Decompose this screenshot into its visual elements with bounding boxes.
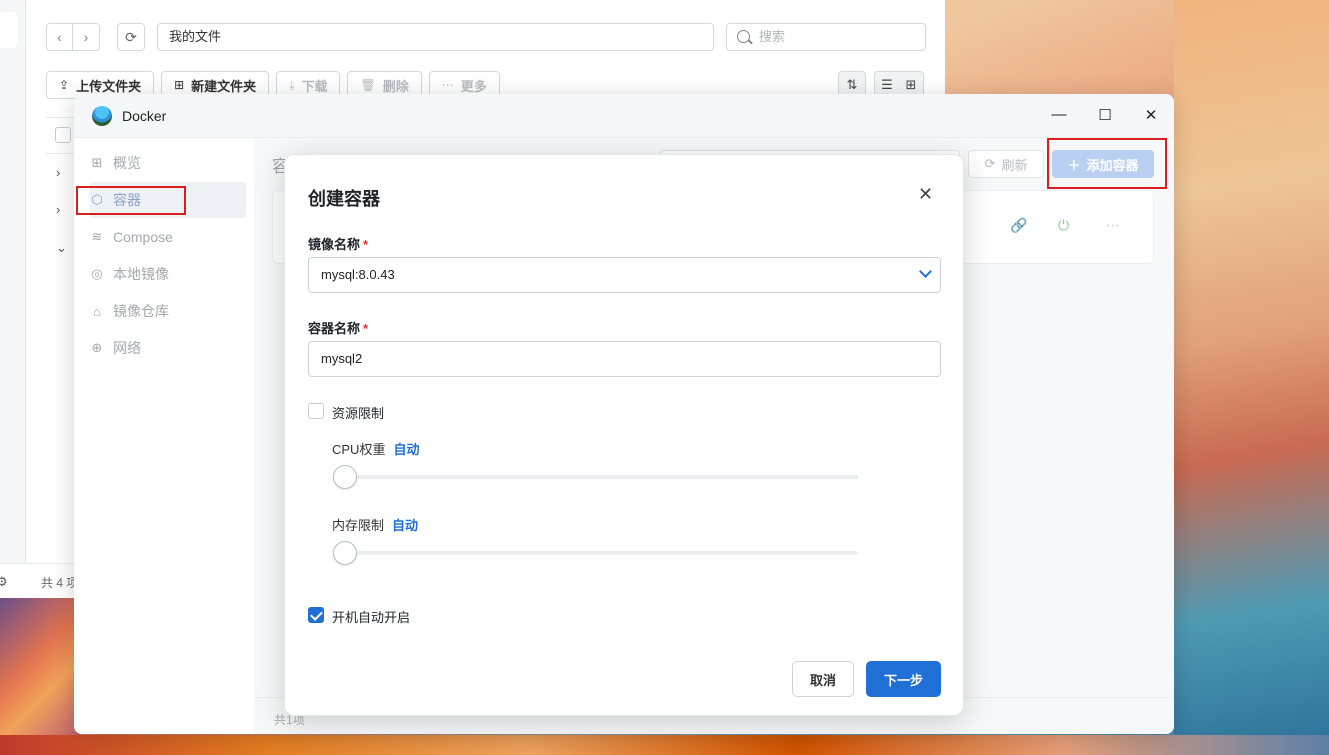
row-divider — [46, 153, 74, 154]
desktop-wallpaper-left — [0, 598, 80, 755]
path-input[interactable]: 我的文件 — [157, 23, 714, 51]
docker-sidebar: ⊞ 概览 ⬡ 容器 ≋ Compose ◎ 本地镜像 ⌂ 镜像仓库 ⊕ 网络 — [74, 138, 254, 734]
refresh-label: 刷新 — [1001, 157, 1028, 173]
upload-folder-label: 上传文件夹 — [76, 78, 142, 94]
desktop-wallpaper-bottom — [0, 735, 1329, 755]
sidebar-item-overview[interactable]: ⊞ 概览 — [90, 145, 246, 181]
desktop-wallpaper — [1174, 0, 1329, 755]
chevron-right-icon[interactable]: › — [56, 165, 60, 180]
new-folder-icon: ⊞ — [174, 78, 185, 92]
power-icon[interactable]: ⏻ — [1058, 217, 1069, 234]
nav-buttons: ‹ › — [46, 23, 100, 51]
search-icon — [737, 30, 750, 43]
back-button[interactable]: ‹ — [46, 23, 73, 51]
memory-limit-value: 自动 — [392, 518, 419, 533]
next-step-button[interactable]: 下一步 — [866, 661, 941, 697]
autostart-label: 开机自动开启 — [332, 610, 411, 625]
more-label: 更多 — [460, 78, 487, 94]
refresh-icon[interactable]: ⟳ — [117, 23, 145, 51]
sidebar-item-compose[interactable]: ≋ Compose — [90, 219, 246, 255]
download-label: 下载 — [301, 78, 328, 94]
new-folder-label: 新建文件夹 — [191, 78, 257, 94]
image-name-select[interactable]: mysql:8.0.43 — [308, 257, 941, 293]
autostart-checkbox[interactable] — [308, 607, 324, 623]
search-input[interactable]: 搜索 — [726, 23, 926, 51]
globe-icon: ⊕ — [91, 340, 103, 355]
delete-label: 删除 — [382, 78, 409, 94]
container-name-value: mysql2 — [321, 351, 363, 366]
upload-icon: ⇪ — [59, 78, 70, 92]
sidebar-item-label: Compose — [113, 229, 173, 245]
more-icon: ⋯ — [441, 78, 454, 92]
image-name-label: 镜像名称 * — [308, 237, 369, 252]
refresh-button[interactable]: ⟳ 刷新 — [968, 150, 1044, 178]
minimize-icon[interactable]: — — [1049, 106, 1069, 123]
chevron-right-icon[interactable]: › — [56, 202, 60, 217]
cpu-weight-label: CPU权重 自动 — [332, 442, 420, 457]
refresh-icon: ⟳ — [984, 156, 996, 171]
chevron-down-icon — [919, 265, 932, 278]
search-placeholder: 搜索 — [759, 29, 786, 44]
disk-icon: ◎ — [91, 266, 103, 281]
create-container-dialog: 创建容器 ✕ 镜像名称 * mysql:8.0.43 容器名称 * mysql2 资… — [284, 154, 964, 716]
cancel-button[interactable]: 取消 — [792, 661, 854, 697]
sidebar-item-label: 镜像仓库 — [113, 303, 169, 319]
warehouse-icon: ⌂ — [93, 303, 101, 319]
close-icon[interactable]: ✕ — [918, 185, 933, 203]
sidebar-item-registry[interactable]: ⌂ 镜像仓库 — [90, 293, 246, 329]
layers-icon: ≋ — [91, 229, 103, 244]
highlight-box-add-container — [1047, 138, 1167, 189]
sidebar-item-label: 本地镜像 — [113, 266, 169, 282]
chevron-down-icon[interactable]: ⌄ — [56, 240, 67, 256]
trash-icon: 🗑 — [360, 78, 376, 92]
resource-limit-label: 资源限制 — [332, 406, 385, 421]
window-title: Docker — [122, 108, 167, 124]
cpu-weight-slider[interactable] — [333, 465, 357, 489]
sidebar-item-label: 概览 — [113, 155, 141, 171]
sidebar-item-label: 网络 — [113, 340, 141, 356]
memory-limit-slider[interactable] — [333, 541, 357, 565]
highlight-box-containers — [76, 186, 186, 215]
download-icon: ⤓ — [289, 77, 295, 92]
maximize-icon[interactable]: ☐ — [1095, 106, 1115, 124]
file-manager-sidebar — [0, 0, 26, 598]
item-count: 共 4 项 — [41, 576, 79, 590]
cpu-weight-track — [333, 475, 858, 479]
image-name-value: mysql:8.0.43 — [321, 267, 395, 282]
dialog-title: 创建容器 — [308, 189, 380, 209]
close-icon[interactable]: ✕ — [1141, 106, 1161, 124]
gear-icon[interactable]: ⚙ — [0, 574, 8, 590]
forward-button[interactable]: › — [73, 23, 100, 51]
docker-logo-icon — [92, 106, 112, 126]
sidebar-item-network[interactable]: ⊕ 网络 — [90, 330, 246, 366]
memory-limit-label: 内存限制 自动 — [332, 518, 419, 533]
cpu-weight-value: 自动 — [393, 442, 420, 457]
row-divider — [46, 117, 74, 118]
container-name-input[interactable]: mysql2 — [308, 341, 941, 377]
memory-limit-track — [333, 551, 858, 555]
grid-icon: ⊞ — [91, 155, 103, 170]
more-icon[interactable]: ⋯ — [1106, 217, 1120, 234]
docker-titlebar: Docker — ☐ ✕ — [74, 94, 1174, 138]
sidebar-item-local-images[interactable]: ◎ 本地镜像 — [90, 256, 246, 292]
resource-limit-checkbox[interactable] — [308, 403, 324, 419]
container-name-label: 容器名称 * — [308, 321, 369, 336]
select-all-checkbox[interactable] — [55, 127, 71, 143]
link-icon[interactable]: 🔗 — [1010, 217, 1027, 234]
